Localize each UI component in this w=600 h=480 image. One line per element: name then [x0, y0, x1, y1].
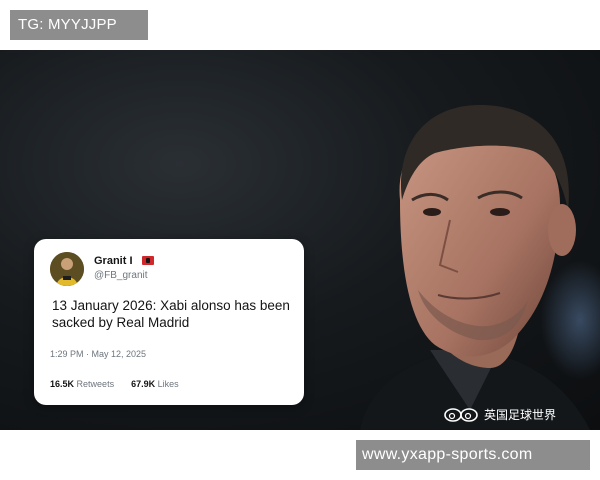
watermark-text: 英国足球世界: [484, 407, 557, 422]
likes-count: 67.9K: [131, 379, 156, 389]
avatar: [50, 252, 84, 286]
user-handle: @FB_granit: [94, 270, 148, 281]
photo-background: Granit I @FB_granit 13 January 2026: Xab…: [0, 50, 600, 430]
bottom-label-text: www.yxapp-sports.com: [362, 446, 533, 463]
tweet-timestamp: 1:29 PM · May 12, 2025: [50, 349, 147, 359]
tweet-card: Granit I @FB_granit 13 January 2026: Xab…: [34, 239, 304, 405]
likes-label: Likes: [157, 379, 179, 389]
retweets-count: 16.5K: [50, 379, 75, 389]
top-label: TG: MYYJJPP: [10, 10, 148, 40]
avatar-image: [50, 252, 84, 286]
tweet-stats: 16.5K Retweets 67.9K Likes: [50, 379, 179, 389]
top-label-text: TG: MYYJJPP: [18, 16, 117, 33]
bottom-label: www.yxapp-sports.com: [356, 440, 590, 470]
weibo-icon: [444, 408, 478, 422]
retweets-label: Retweets: [76, 379, 115, 389]
man-portrait: [360, 105, 590, 430]
tweet-text: 13 January 2026: Xabi alonso has been sa…: [52, 298, 290, 330]
weibo-watermark: 英国足球世界: [444, 405, 556, 423]
albania-flag-icon: [142, 256, 154, 265]
user-display-name: Granit I: [94, 255, 133, 267]
